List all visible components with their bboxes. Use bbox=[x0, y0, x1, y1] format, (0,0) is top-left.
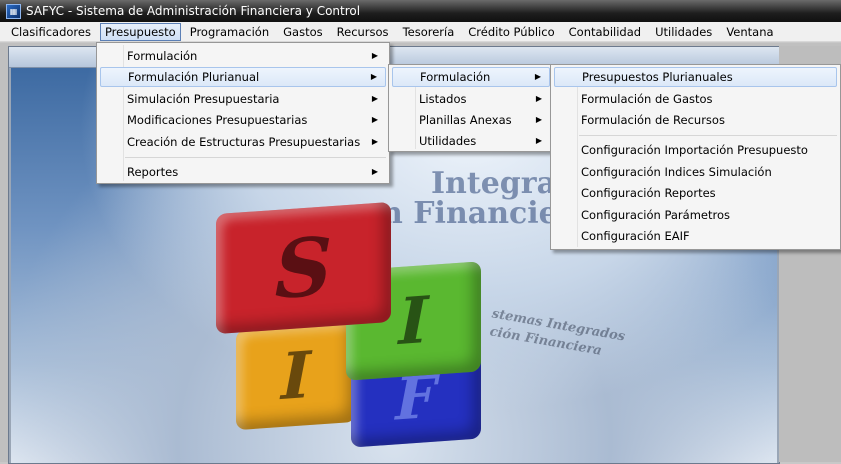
submenu-arrow-icon: ▶ bbox=[371, 167, 378, 176]
menu-item-label: Formulación de Gastos bbox=[581, 92, 713, 106]
submenu-item-presupuestos-plurianuales[interactable]: Presupuestos Plurianuales bbox=[554, 67, 837, 87]
menu-clasificadores[interactable]: Clasificadores bbox=[6, 23, 96, 41]
submenu-arrow-icon: ▶ bbox=[371, 51, 378, 60]
formulacion-submenu: Presupuestos Plurianuales Formulación de… bbox=[550, 64, 841, 250]
menu-item-label: Listados bbox=[419, 92, 467, 106]
menu-item-creacion-estructuras[interactable]: Creación de Estructuras Presupuestarias … bbox=[100, 132, 386, 152]
menu-item-formulacion-plurianual[interactable]: Formulación Plurianual ▶ bbox=[100, 67, 386, 87]
menu-ventana[interactable]: Ventana bbox=[721, 23, 778, 41]
submenu-item-config-parametros[interactable]: Configuración Parámetros bbox=[554, 205, 837, 225]
menu-item-label: Planillas Anexas bbox=[419, 113, 512, 127]
submenu-item-formulacion-recursos[interactable]: Formulación de Recursos bbox=[554, 110, 837, 130]
menu-item-label: Configuración EAIF bbox=[581, 229, 690, 243]
splash-watermark-2: n Financie bbox=[381, 196, 558, 231]
menu-item-label: Configuración Importación Presupuesto bbox=[581, 143, 808, 157]
menu-item-label: Formulación Plurianual bbox=[128, 70, 260, 84]
window-title: SAFYC - Sistema de Administración Financ… bbox=[26, 4, 361, 18]
formulacion-plurianual-submenu: Formulación ▶ Listados ▶ Planillas Anexa… bbox=[388, 64, 554, 152]
menu-contabilidad[interactable]: Contabilidad bbox=[564, 23, 646, 41]
menu-credito-publico[interactable]: Crédito Público bbox=[463, 23, 559, 41]
menu-gastos[interactable]: Gastos bbox=[278, 23, 328, 41]
logo-cube-i-orange: I bbox=[236, 321, 356, 431]
menu-item-reportes[interactable]: Reportes ▶ bbox=[100, 162, 386, 182]
submenu-item-listados[interactable]: Listados ▶ bbox=[392, 89, 550, 109]
menu-item-label: Formulación bbox=[127, 49, 198, 63]
submenu-arrow-icon: ▶ bbox=[370, 72, 377, 81]
submenu-item-config-indices-simulacion[interactable]: Configuración Indices Simulación bbox=[554, 162, 837, 182]
submenu-item-formulacion[interactable]: Formulación ▶ bbox=[392, 67, 550, 87]
menu-item-formulacion[interactable]: Formulación ▶ bbox=[100, 46, 386, 66]
menu-recursos[interactable]: Recursos bbox=[332, 23, 394, 41]
menu-presupuesto[interactable]: Presupuesto bbox=[99, 22, 181, 41]
submenu-item-planillas-anexas[interactable]: Planillas Anexas ▶ bbox=[392, 110, 550, 130]
submenu-item-config-importacion[interactable]: Configuración Importación Presupuesto bbox=[554, 140, 837, 160]
app-icon: ▦ bbox=[6, 3, 21, 19]
title-bar: ▦ SAFYC - Sistema de Administración Fina… bbox=[0, 0, 841, 22]
menu-item-label: Creación de Estructuras Presupuestarias bbox=[127, 135, 361, 149]
submenu-arrow-icon: ▶ bbox=[371, 137, 378, 146]
menu-item-label: Simulación Presupuestaria bbox=[127, 92, 280, 106]
submenu-arrow-icon: ▶ bbox=[535, 115, 542, 124]
menu-item-label: Formulación de Recursos bbox=[581, 113, 725, 127]
menu-item-label: Utilidades bbox=[419, 134, 477, 148]
menu-item-label: Presupuestos Plurianuales bbox=[582, 70, 733, 84]
menu-programacion[interactable]: Programación bbox=[185, 23, 274, 41]
presupuesto-menu: Formulación ▶ Formulación Plurianual ▶ S… bbox=[96, 42, 390, 184]
menu-item-label: Configuración Reportes bbox=[581, 186, 716, 200]
menu-item-label: Formulación bbox=[420, 70, 491, 84]
menu-separator bbox=[125, 157, 386, 158]
submenu-item-formulacion-gastos[interactable]: Formulación de Gastos bbox=[554, 89, 837, 109]
menu-separator bbox=[579, 135, 837, 136]
submenu-arrow-icon: ▶ bbox=[371, 115, 378, 124]
submenu-arrow-icon: ▶ bbox=[371, 94, 378, 103]
logo-cube-s: S bbox=[216, 201, 391, 335]
submenu-arrow-icon: ▶ bbox=[535, 94, 542, 103]
menu-item-label: Modificaciones Presupuestarias bbox=[127, 113, 308, 127]
menu-bar: Clasificadores Presupuesto Programación … bbox=[0, 22, 841, 42]
menu-item-modificaciones-presupuestarias[interactable]: Modificaciones Presupuestarias ▶ bbox=[100, 110, 386, 130]
submenu-item-utilidades[interactable]: Utilidades ▶ bbox=[392, 131, 550, 151]
menu-utilidades[interactable]: Utilidades bbox=[650, 23, 717, 41]
menu-item-simulacion-presupuestaria[interactable]: Simulación Presupuestaria ▶ bbox=[100, 89, 386, 109]
menu-tesoreria[interactable]: Tesorería bbox=[398, 23, 460, 41]
submenu-arrow-icon: ▶ bbox=[535, 136, 542, 145]
submenu-item-config-reportes[interactable]: Configuración Reportes bbox=[554, 183, 837, 203]
submenu-arrow-icon: ▶ bbox=[534, 72, 541, 81]
menu-item-label: Configuración Indices Simulación bbox=[581, 165, 772, 179]
submenu-item-config-eaif[interactable]: Configuración EAIF bbox=[554, 226, 837, 246]
menu-item-label: Reportes bbox=[127, 165, 179, 179]
menu-item-label: Configuración Parámetros bbox=[581, 208, 730, 222]
